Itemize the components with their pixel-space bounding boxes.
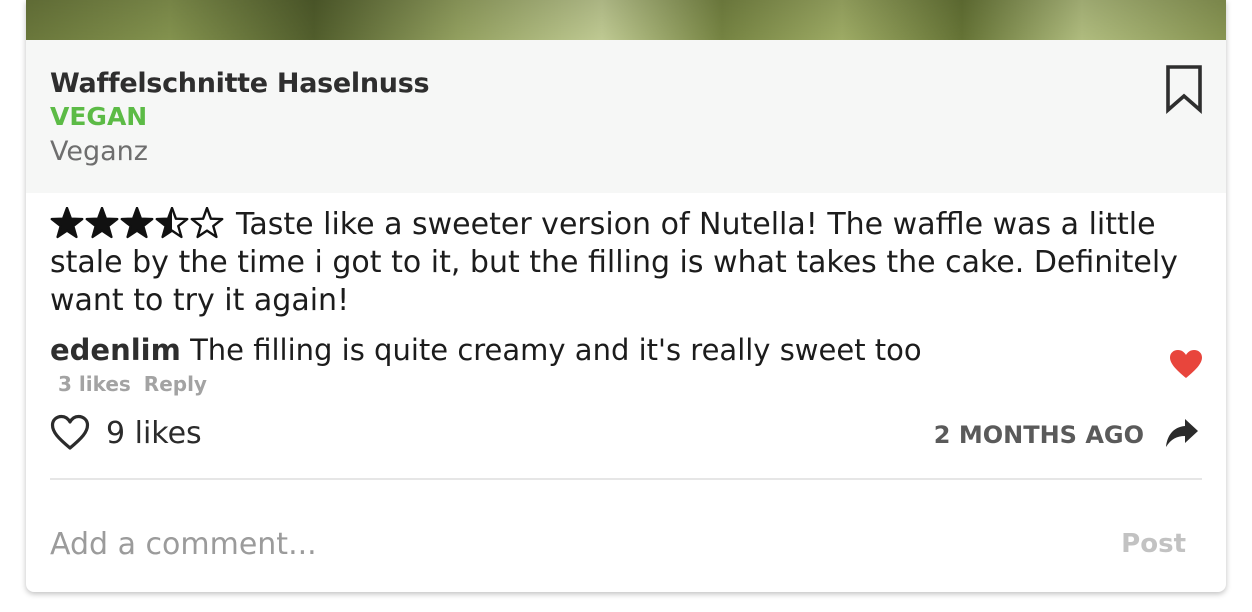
star-icon (155, 207, 189, 239)
comment-input[interactable] (50, 520, 1090, 568)
post-button[interactable]: Post (1106, 522, 1186, 566)
review-card: Waffelschnitte Haselnuss VEGAN Veganz Ta… (26, 0, 1226, 592)
reply-link[interactable]: Reply (144, 372, 207, 396)
divider (50, 478, 1202, 480)
product-name: Waffelschnitte Haselnuss (50, 68, 430, 99)
star-icon (120, 207, 154, 239)
star-rating (50, 207, 226, 239)
bookmark-icon[interactable] (1164, 64, 1204, 114)
comment-meta: 3 likes Reply (58, 372, 213, 396)
brand-name: Veganz (50, 136, 148, 167)
comment-text: The filling is quite creamy and it's rea… (190, 333, 922, 367)
heart-filled-icon[interactable] (1169, 349, 1203, 380)
comment-likes-count: 3 likes (58, 372, 131, 396)
star-icon (50, 207, 84, 239)
comment-username[interactable]: edenlim (50, 333, 181, 367)
review-body: Taste like a sweeter version of Nutella!… (50, 206, 1210, 320)
product-header: Waffelschnitte Haselnuss VEGAN Veganz (26, 40, 1226, 193)
star-icon (190, 207, 224, 239)
timestamp: 2 MONTHS AGO (933, 421, 1144, 449)
diet-tag: VEGAN (50, 102, 148, 131)
comment: edenlim The filling is quite creamy and … (50, 331, 1150, 369)
heart-outline-icon[interactable] (50, 414, 90, 452)
likes-count: 9 likes (106, 416, 202, 451)
star-icon (85, 207, 119, 239)
product-photo (26, 0, 1226, 40)
share-icon[interactable] (1164, 417, 1200, 449)
